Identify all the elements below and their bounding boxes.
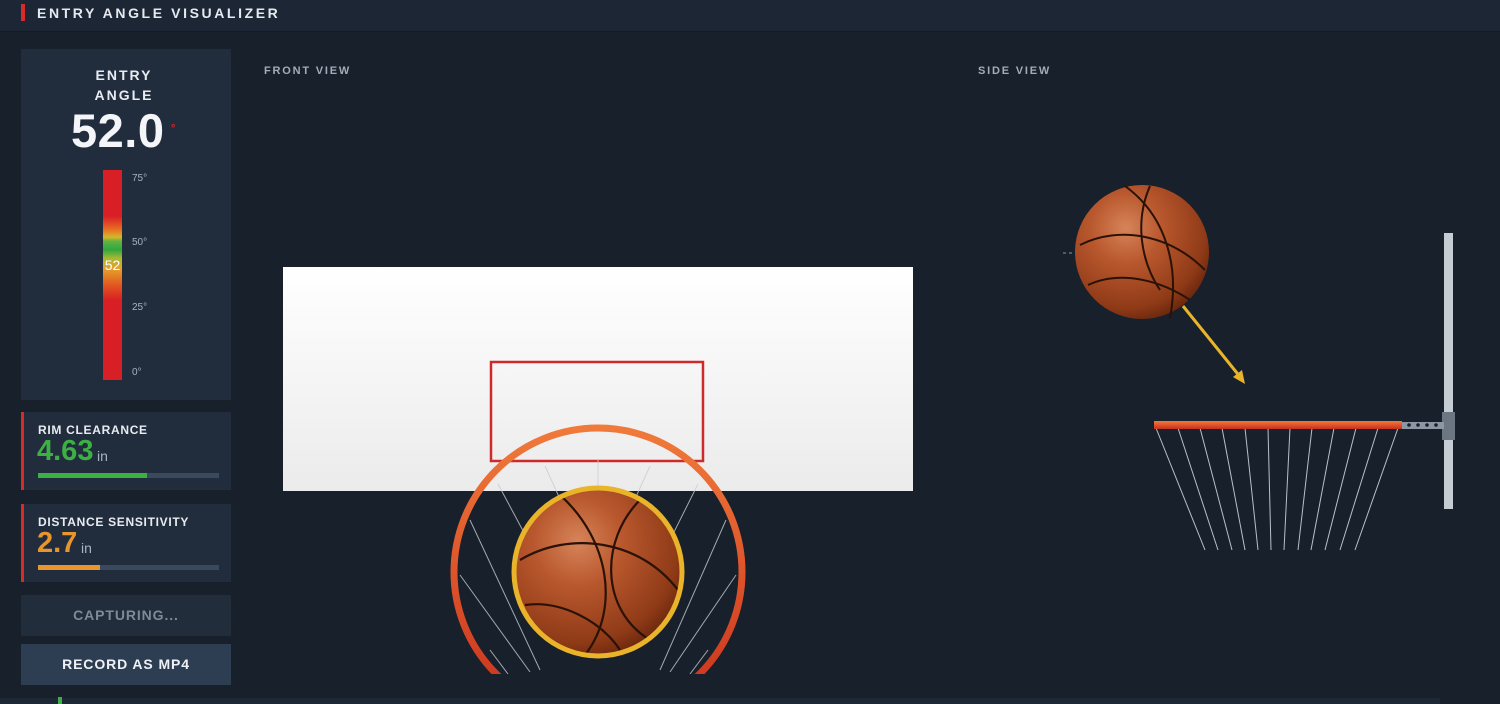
front-view <box>283 267 913 674</box>
side-net <box>1155 427 1399 551</box>
side-view <box>1063 185 1455 551</box>
backboard <box>283 267 913 491</box>
timeline-track[interactable] <box>0 698 1440 704</box>
side-backboard <box>1444 233 1453 509</box>
visualizer-scene <box>283 185 1455 674</box>
trajectory-arrow <box>1181 305 1243 379</box>
timeline-playhead[interactable] <box>58 697 62 704</box>
side-rim <box>1154 421 1402 429</box>
